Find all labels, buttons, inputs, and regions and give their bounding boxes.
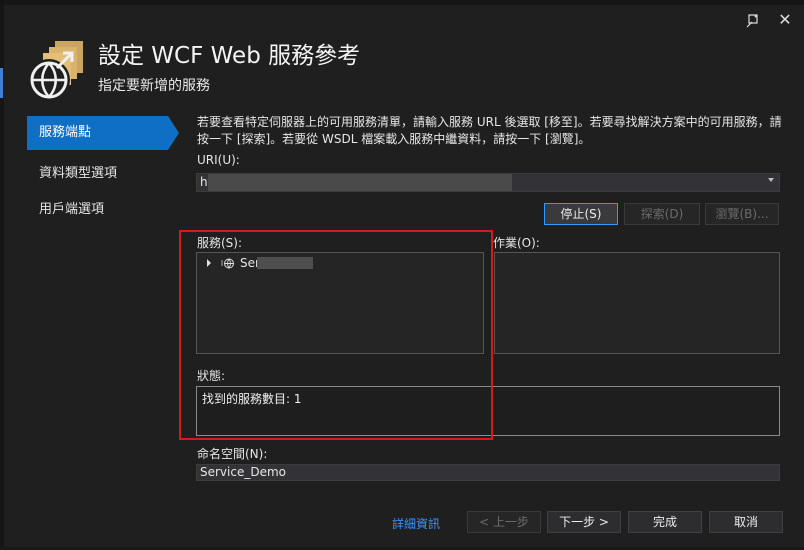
- stop-button[interactable]: 停止(S): [544, 203, 618, 225]
- wcf-globe-icon: [27, 38, 87, 102]
- title-bar: [0, 0, 804, 5]
- operations-list[interactable]: [494, 252, 780, 354]
- namespace-input[interactable]: Service_Demo: [196, 464, 780, 481]
- more-info-link[interactable]: 詳細資訊: [392, 515, 440, 532]
- close-icon[interactable]: ✕: [776, 11, 794, 29]
- highlight-box: [179, 230, 493, 440]
- uri-label: URI(U):: [197, 153, 240, 167]
- nav-item-service-endpoint[interactable]: 服務端點: [27, 116, 168, 150]
- previous-button[interactable]: < 上一步: [467, 511, 541, 533]
- dropdown-caret-icon[interactable]: [768, 178, 774, 182]
- next-button[interactable]: 下一步 >: [547, 511, 621, 533]
- nav-item-data-type-options[interactable]: 資料類型選項: [39, 162, 117, 181]
- nav-item-client-options[interactable]: 用戶端選項: [39, 198, 104, 217]
- discover-button[interactable]: 探索(D): [624, 203, 700, 225]
- dialog-title: 設定 WCF Web 服務參考: [98, 43, 361, 69]
- instructions-text: 若要查看特定伺服器上的可用服務清單，請輸入服務 URL 後選取 [移至]。若要尋…: [197, 115, 782, 146]
- uri-redacted: [208, 174, 512, 191]
- operations-label: 作業(O):: [493, 236, 540, 250]
- cancel-button[interactable]: 取消: [709, 511, 783, 533]
- namespace-value: Service_Demo: [200, 465, 287, 479]
- window-left-edge: [0, 0, 4, 550]
- finish-button[interactable]: 完成: [628, 511, 702, 533]
- pin-icon[interactable]: [744, 12, 762, 30]
- dialog-subtitle: 指定要新增的服務: [98, 78, 210, 94]
- nav-active-arrow: [168, 116, 179, 150]
- namespace-label: 命名空間(N):: [197, 447, 268, 461]
- browse-button[interactable]: 瀏覽(B)...: [705, 203, 779, 225]
